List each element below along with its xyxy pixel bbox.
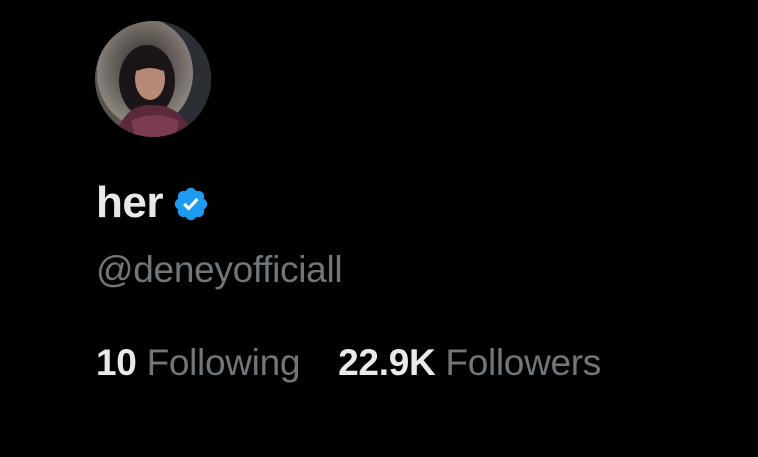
following-link[interactable]: 10 Following <box>96 344 300 381</box>
followers-link[interactable]: 22.9K Followers <box>338 344 601 381</box>
followers-count: 22.9K <box>338 342 436 383</box>
following-count: 10 <box>96 342 137 383</box>
profile-name-row: her <box>96 175 210 231</box>
avatar[interactable] <box>95 21 211 137</box>
followers-label: Followers <box>445 342 602 383</box>
following-label: Following <box>146 342 301 383</box>
username-handle: @deneyofficiall <box>96 249 343 290</box>
verified-badge-icon[interactable] <box>172 185 210 223</box>
profile-stats: 10 Following 22.9K Followers <box>96 344 601 381</box>
display-name: her <box>96 178 163 227</box>
profile-photo <box>95 21 211 137</box>
